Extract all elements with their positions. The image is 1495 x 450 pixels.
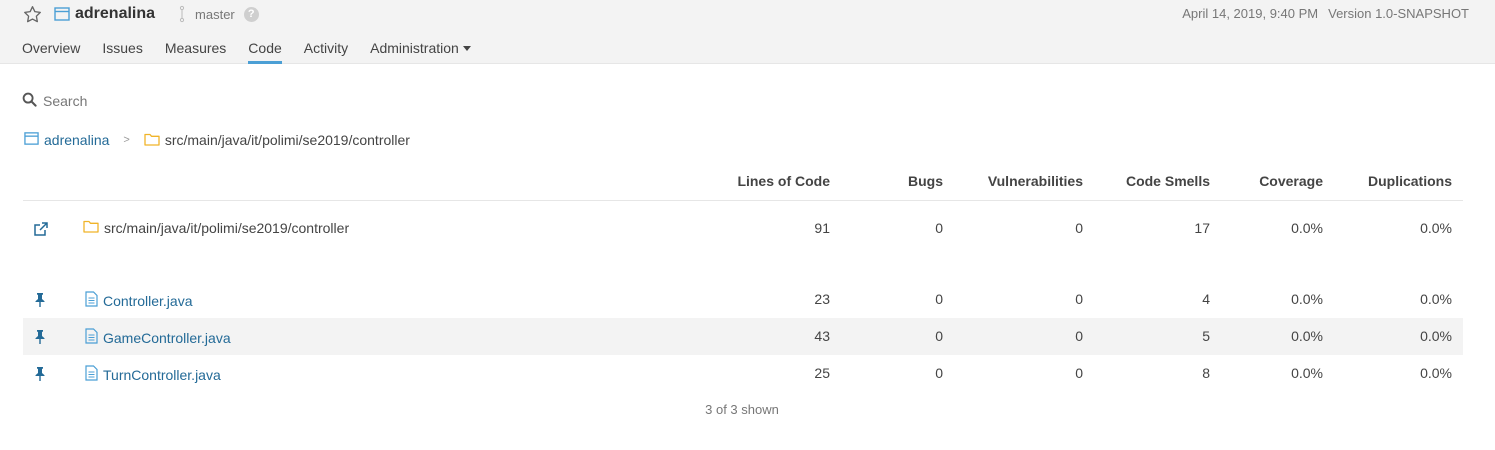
cell-duplications[interactable]: 0.0%	[1420, 291, 1452, 307]
code-search	[22, 91, 343, 111]
chevron-down-icon	[462, 46, 471, 51]
search-input[interactable]	[43, 93, 343, 109]
file-name-cell: Controller.java	[85, 291, 193, 310]
tab-activity[interactable]: Activity	[304, 38, 348, 64]
breadcrumb-separator: >	[123, 134, 130, 146]
cell-duplications[interactable]: 0.0%	[1420, 328, 1452, 344]
cell-vulnerabilities[interactable]: 0	[1075, 220, 1083, 236]
column-duplications[interactable]: Duplications	[1368, 173, 1452, 189]
cell-vulnerabilities[interactable]: 0	[1075, 291, 1083, 307]
breadcrumb-current: src/main/java/it/polimi/se2019/controlle…	[164, 132, 410, 148]
branch-name[interactable]: master	[195, 7, 235, 22]
tab-overview[interactable]: Overview	[22, 38, 80, 64]
analysis-meta: April 14, 2019, 9:40 PM Version 1.0-SNAPS…	[1182, 6, 1469, 21]
results-count: 3 of 3 shown	[705, 402, 779, 417]
component-table: Lines of Code Bugs Vulnerabilities Code …	[23, 166, 1463, 383]
tab-administration-label: Administration	[370, 40, 459, 56]
cell-duplications[interactable]: 0.0%	[1420, 365, 1452, 381]
column-lines-of-code[interactable]: Lines of Code	[737, 173, 830, 189]
project-icon	[24, 131, 39, 149]
cell-vulnerabilities[interactable]: 0	[1075, 328, 1083, 344]
cell-code-smells[interactable]: 17	[1194, 220, 1210, 236]
column-code-smells[interactable]: Code Smells	[1126, 173, 1210, 189]
file-icon	[85, 328, 98, 347]
table-row[interactable]: Controller.java 23 0 0 4 0.0% 0.0%	[23, 281, 1463, 318]
folder-icon	[83, 219, 99, 236]
cell-vulnerabilities[interactable]: 0	[1075, 365, 1083, 381]
analysis-date: April 14, 2019, 9:40 PM	[1182, 6, 1319, 21]
cell-bugs[interactable]: 0	[935, 365, 943, 381]
file-link[interactable]: GameController.java	[103, 330, 231, 346]
column-vulnerabilities[interactable]: Vulnerabilities	[988, 173, 1083, 189]
tab-issues[interactable]: Issues	[102, 38, 142, 64]
branch-icon	[177, 5, 187, 23]
file-name-cell: GameController.java	[85, 328, 231, 347]
cell-code-smells[interactable]: 8	[1202, 365, 1210, 381]
cell-bugs[interactable]: 0	[935, 220, 943, 236]
pin-icon[interactable]	[33, 292, 49, 308]
cell-coverage[interactable]: 0.0%	[1291, 220, 1323, 236]
tab-code[interactable]: Code	[248, 38, 282, 64]
tab-administration[interactable]: Administration	[370, 38, 471, 64]
cell-lines-of-code[interactable]: 23	[814, 291, 830, 307]
table-row-base: src/main/java/it/polimi/se2019/controlle…	[23, 210, 1463, 247]
breadcrumb: adrenalina > src/main/java/it/polimi/se2…	[24, 130, 410, 150]
base-directory-name: src/main/java/it/polimi/se2019/controlle…	[104, 219, 350, 236]
project-nav: Overview Issues Measures Code Activity A…	[22, 38, 493, 64]
search-icon	[22, 92, 37, 110]
file-icon	[85, 291, 98, 310]
column-coverage[interactable]: Coverage	[1259, 173, 1323, 189]
file-link[interactable]: TurnController.java	[103, 367, 221, 383]
folder-icon	[144, 132, 160, 149]
project-name[interactable]: adrenalina	[75, 5, 155, 23]
cell-lines-of-code[interactable]: 43	[814, 328, 830, 344]
cell-coverage[interactable]: 0.0%	[1291, 365, 1323, 381]
tab-measures[interactable]: Measures	[165, 38, 226, 64]
file-icon	[85, 365, 98, 384]
cell-code-smells[interactable]: 4	[1202, 291, 1210, 307]
cell-duplications[interactable]: 0.0%	[1420, 220, 1452, 236]
cell-lines-of-code[interactable]: 25	[814, 365, 830, 381]
cell-bugs[interactable]: 0	[935, 291, 943, 307]
cell-bugs[interactable]: 0	[935, 328, 943, 344]
project-header: adrenalina master ? April 14, 2019, 9:40…	[0, 0, 1495, 64]
help-icon[interactable]: ?	[243, 6, 259, 22]
file-link[interactable]: Controller.java	[103, 293, 193, 309]
star-icon[interactable]	[22, 4, 42, 24]
cell-coverage[interactable]: 0.0%	[1291, 328, 1323, 344]
file-name-cell: TurnController.java	[85, 365, 221, 384]
cell-coverage[interactable]: 0.0%	[1291, 291, 1323, 307]
project-icon	[54, 6, 70, 22]
table-row[interactable]: GameController.java 43 0 0 5 0.0% 0.0%	[23, 318, 1463, 355]
breadcrumb-root[interactable]: adrenalina	[44, 132, 109, 148]
open-external-icon[interactable]	[33, 221, 49, 237]
cell-code-smells[interactable]: 5	[1202, 328, 1210, 344]
pin-icon[interactable]	[33, 329, 49, 345]
project-title-row: adrenalina master ?	[22, 3, 259, 25]
project-version: Version 1.0-SNAPSHOT	[1328, 6, 1469, 21]
base-directory: src/main/java/it/polimi/se2019/controlle…	[83, 219, 349, 236]
pin-icon[interactable]	[33, 366, 49, 382]
table-header: Lines of Code Bugs Vulnerabilities Code …	[23, 166, 1463, 201]
column-bugs[interactable]: Bugs	[908, 173, 943, 189]
cell-lines-of-code[interactable]: 91	[814, 220, 830, 236]
table-row[interactable]: TurnController.java 25 0 0 8 0.0% 0.0%	[23, 355, 1463, 392]
